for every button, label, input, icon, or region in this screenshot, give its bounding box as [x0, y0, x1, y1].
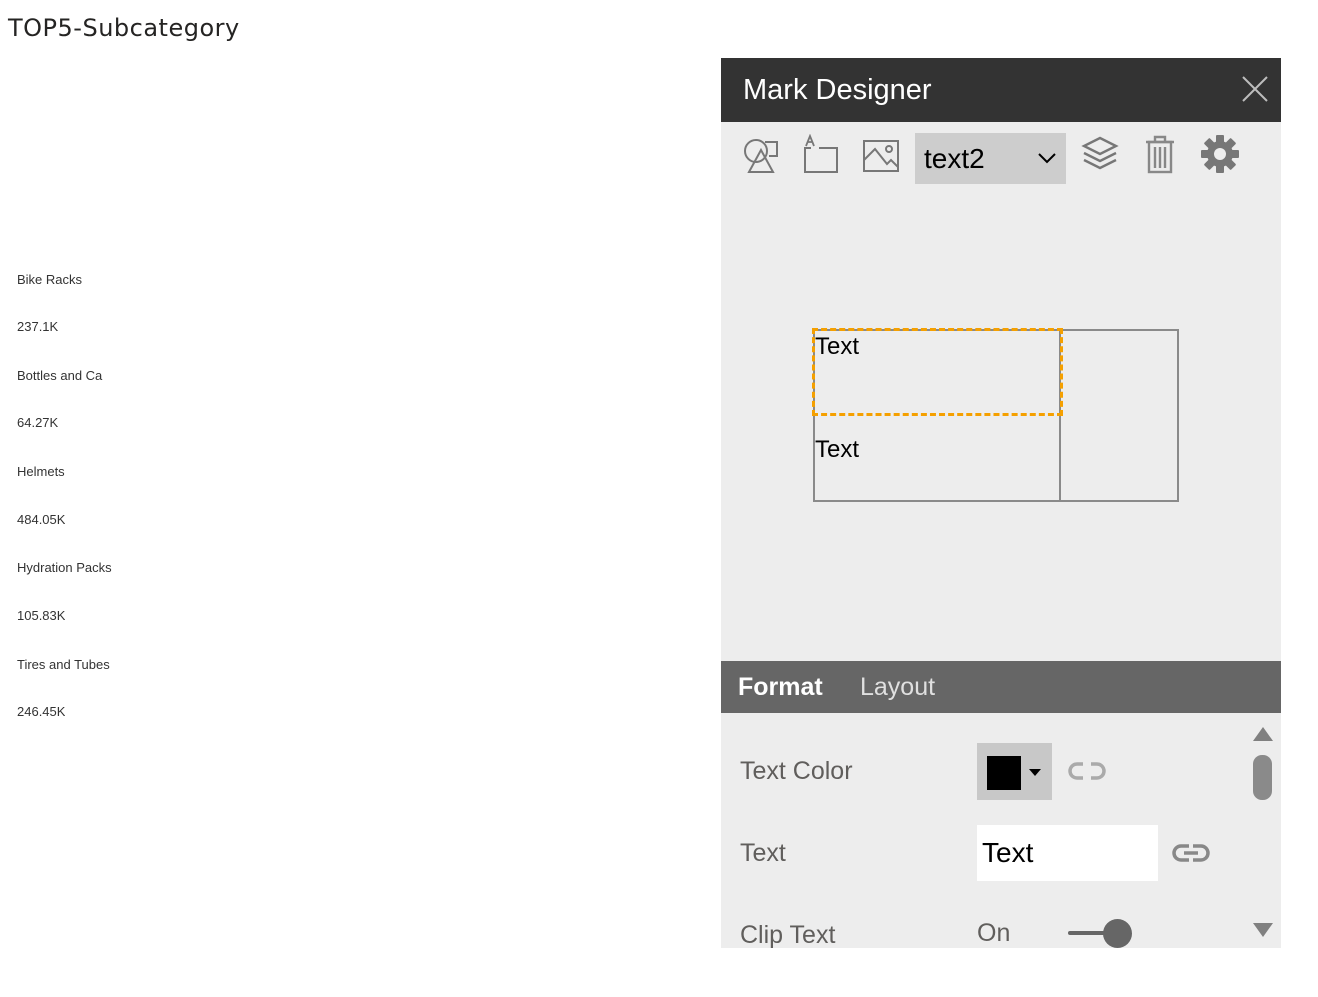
text-color-label: Text Color	[740, 757, 853, 785]
delete-icon[interactable]	[1140, 134, 1180, 174]
scroll-thumb[interactable]	[1253, 755, 1272, 800]
settings-icon[interactable]	[1200, 134, 1240, 174]
unlinked-icon[interactable]	[1061, 745, 1113, 797]
scroll-up-icon[interactable]	[1253, 727, 1273, 741]
list-item-value: 105.83K	[17, 608, 66, 623]
text-field[interactable]	[977, 825, 1158, 881]
link-icon[interactable]	[1165, 827, 1217, 879]
list-item-value: 484.05K	[17, 512, 66, 527]
designer-toolbar: text2	[721, 122, 1281, 198]
text-label: Text	[740, 839, 786, 867]
text-color-picker[interactable]	[977, 743, 1052, 800]
property-tabs: Format Layout	[721, 661, 1281, 713]
close-icon[interactable]	[1239, 73, 1271, 105]
dialog-titlebar: Mark Designer	[721, 58, 1281, 122]
image-icon[interactable]	[861, 134, 901, 174]
visual-title: TOP5-Subcategory	[8, 14, 240, 42]
design-canvas[interactable]: Text Text	[721, 198, 1281, 661]
list-item-label: Helmets	[17, 464, 65, 479]
shapes-icon[interactable]	[741, 134, 781, 174]
clip-text-toggle[interactable]	[1066, 919, 1136, 948]
mark-selector-dropdown[interactable]: text2	[915, 133, 1066, 184]
selected-mark-value: text2	[924, 143, 985, 174]
toggle-knob	[1103, 919, 1132, 948]
list-item-value: 237.1K	[17, 319, 59, 334]
list-item-value: 246.45K	[17, 704, 66, 719]
list-item-label: Hydration Packs	[17, 560, 112, 575]
scroll-down-icon[interactable]	[1253, 923, 1273, 937]
list-item-value: 64.27K	[17, 415, 59, 430]
chevron-down-icon	[1036, 147, 1058, 169]
text-box-icon[interactable]	[801, 133, 841, 174]
list-item-label: Bottles and Ca	[17, 368, 103, 383]
clip-text-label: Clip Text	[740, 921, 836, 948]
properties-panel: Text Color Text Clip Text On	[721, 713, 1281, 948]
caret-down-icon	[1029, 769, 1041, 776]
properties-scrollbar[interactable]	[1247, 713, 1281, 948]
text-mark-2[interactable]: Text	[815, 436, 859, 464]
dialog-title: Mark Designer	[743, 74, 932, 106]
list-item-label: Tires and Tubes	[17, 657, 110, 672]
tab-layout[interactable]: Layout	[860, 673, 935, 702]
layers-icon[interactable]	[1080, 134, 1120, 174]
tab-format[interactable]: Format	[738, 673, 823, 702]
clip-text-state: On	[977, 919, 1011, 947]
selection-outline[interactable]	[812, 328, 1063, 416]
mark-designer-dialog: Mark Designer text2 Text Text Format Lay…	[721, 58, 1281, 948]
list-item-label: Bike Racks	[17, 272, 83, 287]
color-swatch	[987, 756, 1021, 790]
